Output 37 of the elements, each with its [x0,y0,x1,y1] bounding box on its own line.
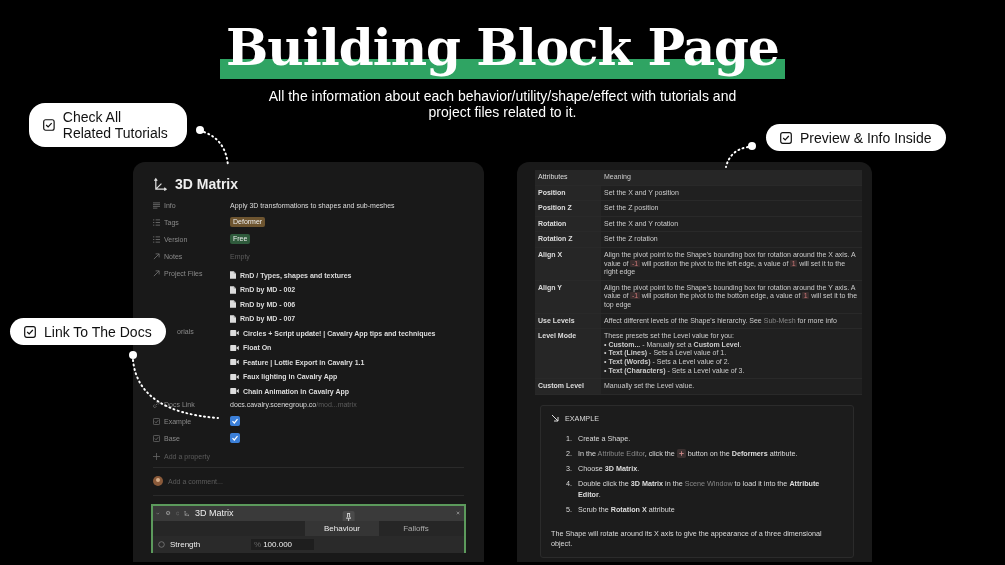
avatar [153,476,163,486]
plus-icon [676,449,686,459]
video-icon [230,330,239,337]
callout-text: Preview & Info Inside [800,129,932,146]
document-icon [230,314,236,323]
link-icon [153,400,160,408]
checkbox[interactable] [230,415,240,426]
checkbox[interactable] [230,432,240,443]
document-icon [230,300,236,309]
checkbox-icon [780,131,792,144]
dotted-connector [196,126,229,167]
dotted-connector [725,142,756,168]
list-icon [153,236,160,243]
number-field[interactable]: % 100.000 [251,538,314,550]
arrow-icon [153,253,160,260]
page-subtitle: All the information about each behavior/utility/shape/effect with tutorials and project files related to it. [267,88,738,120]
arrow-icon [551,414,559,423]
checkbox-icon [43,119,55,131]
arrow-icon [153,270,160,277]
checkbox-icon [153,417,160,425]
layer-title: 3D Matrix [195,508,234,518]
video-icon [230,359,239,366]
list-icon [153,219,160,226]
document-icon [230,285,236,294]
checkbox-icon [24,325,36,338]
video-icon [230,373,239,380]
callout-text: Check All Related Tutorials [62,109,169,141]
callout-text: Link To The Docs [44,323,152,340]
checkbox-icon [153,434,160,442]
lines-icon [153,202,160,209]
document-icon [230,271,236,280]
attribute-label: Strength [170,539,202,549]
video-icon [230,344,239,351]
card-title: 3D Matrix [175,176,239,192]
plus-icon [153,452,160,460]
video-icon [230,388,239,395]
axes-icon [153,176,168,192]
